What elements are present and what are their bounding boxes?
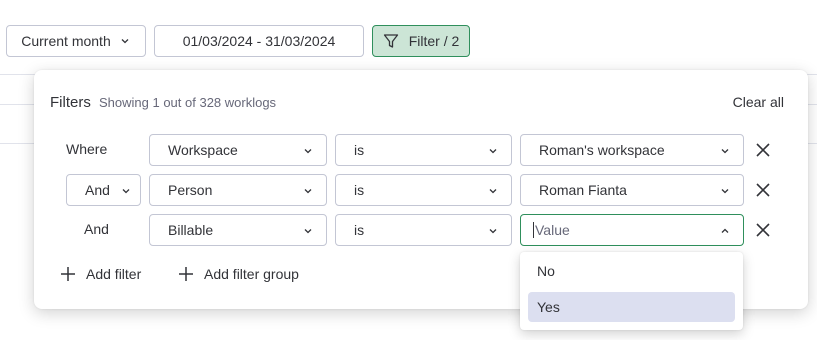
filter-button-label: Filter / 2 [408, 33, 460, 49]
add-filter-button[interactable]: Add filter [60, 266, 141, 282]
field-select-value: Billable [168, 222, 214, 238]
date-range-button[interactable]: 01/03/2024 - 31/03/2024 [154, 25, 364, 57]
value-select[interactable]: Roman Fianta [520, 174, 744, 206]
add-filter-group-label: Add filter group [204, 266, 299, 282]
month-picker-label: Current month [21, 33, 111, 49]
value-input-placeholder: Value [535, 222, 570, 238]
chevron-down-icon [121, 39, 129, 44]
value-select-value: Roman's workspace [539, 142, 665, 158]
panel-title: Filters [50, 94, 91, 111]
filter-funnel-icon [383, 34, 398, 48]
close-icon[interactable] [754, 141, 772, 159]
value-select-value: Roman Fianta [539, 182, 627, 198]
chevron-down-icon [721, 149, 729, 154]
chevron-up-icon [721, 228, 729, 233]
row-conjunction-label: And [84, 221, 109, 237]
conjunction-select[interactable]: And [66, 174, 141, 206]
dropdown-option-yes[interactable]: Yes [528, 292, 735, 322]
text-caret [533, 222, 534, 238]
chevron-down-icon [489, 229, 497, 234]
operator-select[interactable]: is [335, 214, 512, 246]
filter-row: And Billable is Value [34, 214, 808, 246]
conjunction-select-value: And [85, 182, 110, 198]
date-range-label: 01/03/2024 - 31/03/2024 [182, 33, 336, 49]
dropdown-option-no[interactable]: No [528, 256, 735, 286]
dropdown-option-label: No [537, 263, 555, 279]
field-select-value: Person [168, 182, 213, 198]
operator-select-value: is [354, 182, 365, 198]
clear-all-button[interactable]: Clear all [733, 94, 784, 110]
add-filter-label: Add filter [86, 266, 142, 282]
month-picker-button[interactable]: Current month [6, 25, 146, 57]
operator-select-value: is [354, 142, 365, 158]
plus-icon [179, 267, 193, 281]
chevron-down-icon [304, 189, 312, 194]
field-select[interactable]: Billable [149, 214, 327, 246]
chevron-down-icon [489, 189, 497, 194]
filter-row: And Person is Roman Fianta [34, 174, 808, 206]
close-icon[interactable] [754, 221, 772, 239]
operator-select[interactable]: is [335, 174, 512, 206]
filter-button[interactable]: Filter / 2 [372, 25, 470, 57]
row-conjunction-label: Where [66, 141, 108, 157]
field-select-value: Workspace [168, 142, 238, 158]
operator-select-value: is [354, 222, 365, 238]
dropdown-option-label: Yes [537, 299, 560, 315]
add-filter-group-button[interactable]: Add filter group [178, 266, 299, 282]
field-select[interactable]: Workspace [149, 134, 327, 166]
field-select[interactable]: Person [149, 174, 327, 206]
filter-row: Where Workspace is Roman's workspace [34, 134, 808, 166]
value-input[interactable]: Value [520, 214, 744, 246]
panel-subtitle: Showing 1 out of 328 worklogs [99, 95, 277, 110]
value-dropdown-menu: No Yes [520, 252, 743, 330]
chevron-down-icon [721, 189, 729, 194]
chevron-down-icon [304, 149, 312, 154]
plus-icon [61, 267, 75, 281]
chevron-down-icon [304, 229, 312, 234]
close-icon[interactable] [754, 181, 772, 199]
value-select[interactable]: Roman's workspace [520, 134, 744, 166]
toolbar: Current month 01/03/2024 - 31/03/2024 Fi… [0, 0, 817, 74]
chevron-down-icon [122, 189, 130, 194]
operator-select[interactable]: is [335, 134, 512, 166]
chevron-down-icon [489, 149, 497, 154]
